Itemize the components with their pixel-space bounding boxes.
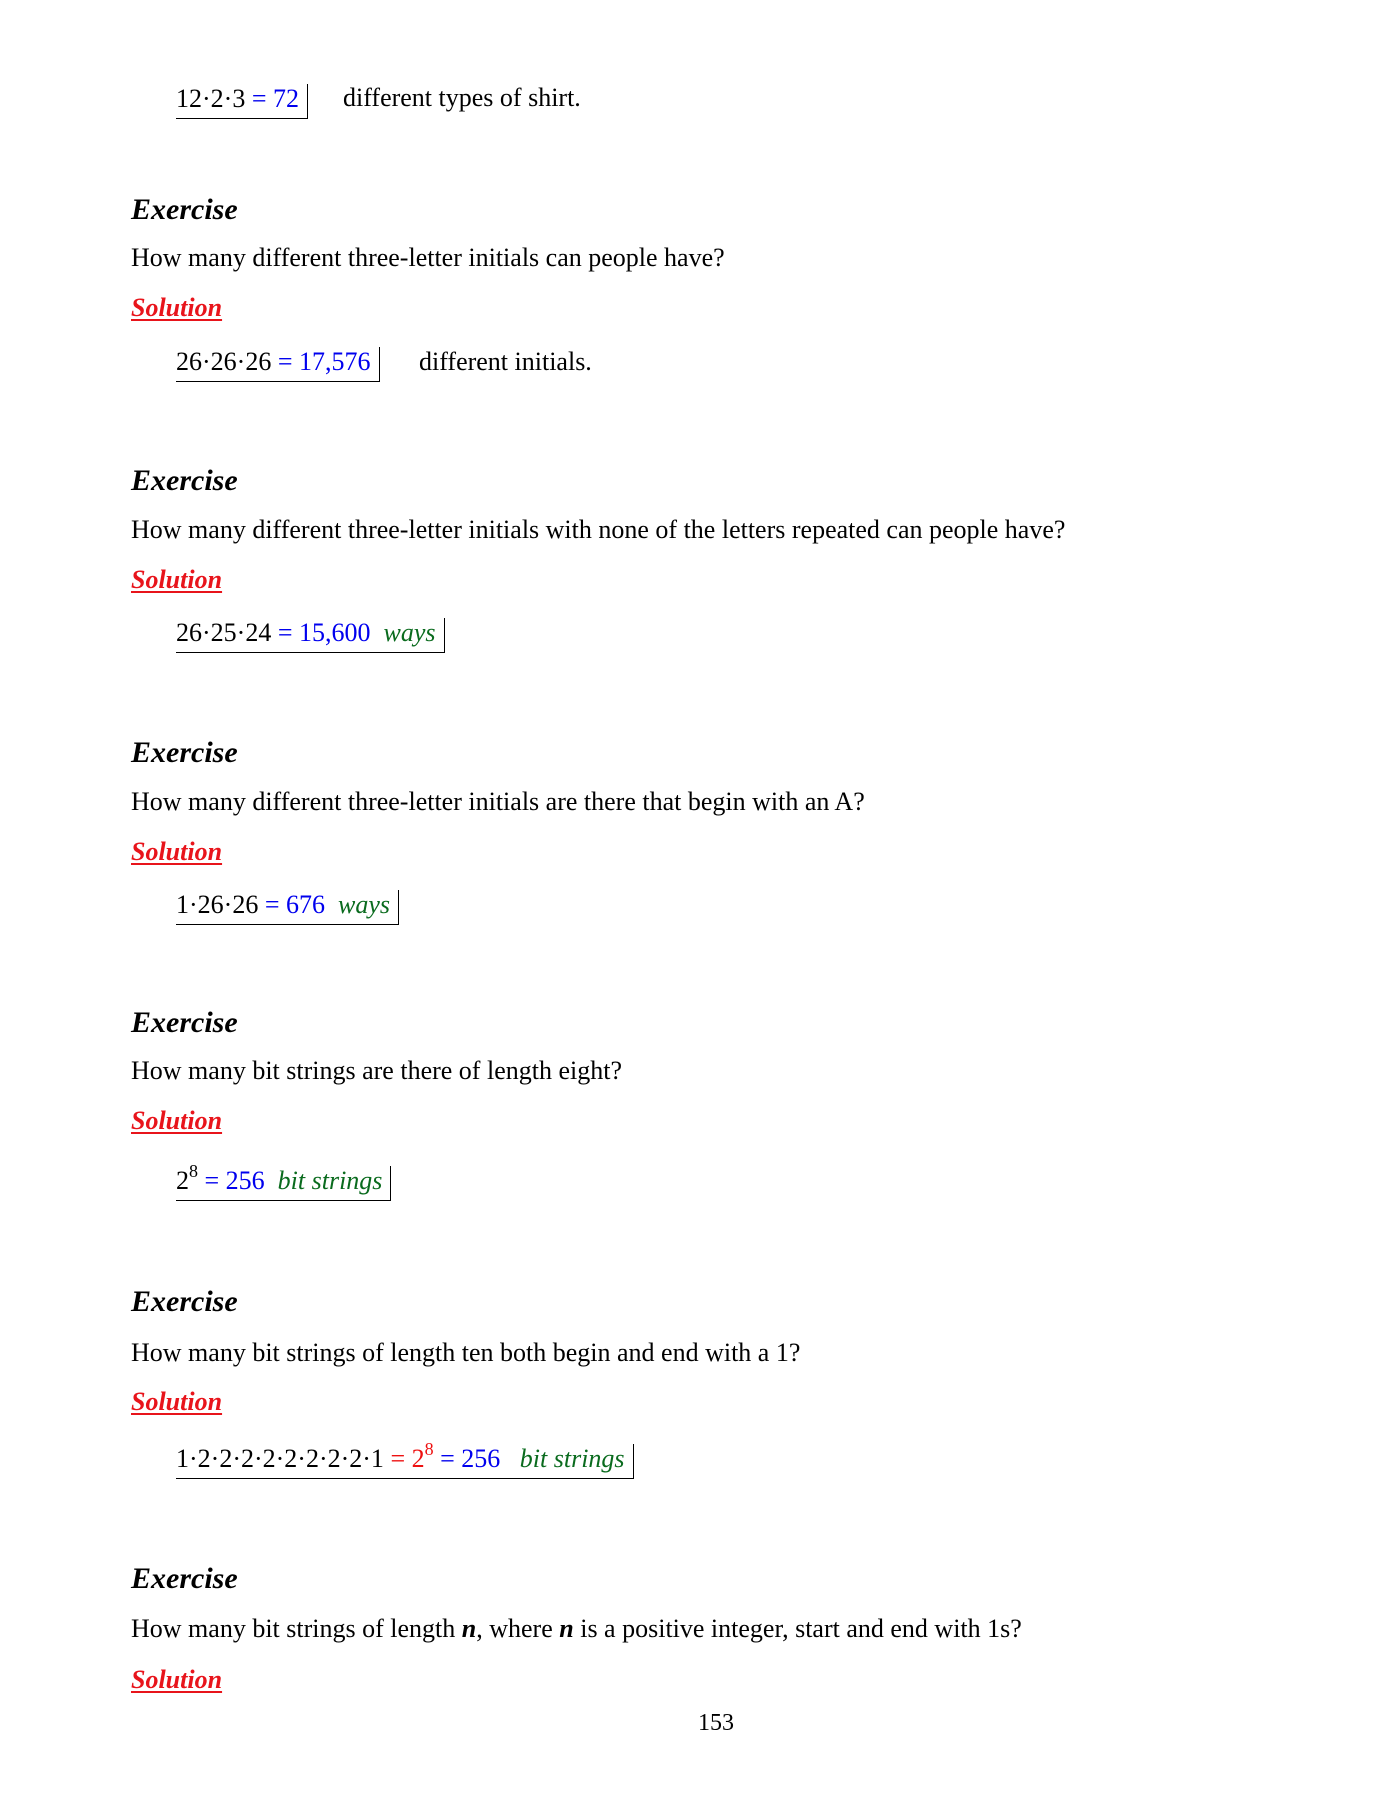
answer-unit: bit strings [519, 1444, 625, 1473]
answer-trailing-text: different types of shirt. [343, 83, 581, 112]
exercise-title: Exercise [131, 736, 238, 769]
answer-expression: 1·26·26 [176, 890, 259, 919]
answer-unit: ways [338, 890, 390, 919]
answer-box: 1·26·26 = 676 ways [176, 890, 399, 925]
question-text: How many bit strings of length [131, 1614, 462, 1643]
solution-link[interactable]: Solution [131, 837, 222, 867]
answer-expression: 12·2·3 [176, 84, 246, 113]
answer-result: = 15,600 [277, 618, 371, 647]
answer-trailing-text: different initials. [419, 347, 592, 376]
answer-box: 28 = 256 bit strings [176, 1162, 392, 1201]
answer-unit: ways [383, 618, 436, 647]
answer-expression: 26·25·24 [176, 618, 272, 647]
question-variable: n [559, 1614, 574, 1643]
answer-result: = 256 [440, 1444, 501, 1473]
answer-base: 2 [176, 1166, 189, 1195]
exercise-question: How many different three-letter initials… [131, 515, 1066, 544]
exercise-question: How many bit strings of length n, where … [131, 1614, 1022, 1644]
answer-box: 1·2·2·2·2·2·2·2·2·1 = 28 = 256 bit strin… [176, 1440, 634, 1479]
solution-link[interactable]: Solution [131, 1387, 222, 1417]
exercise-title: Exercise [131, 1285, 238, 1318]
exercise-question: How many bit strings are there of length… [131, 1056, 622, 1085]
answer-expression: 1·2·2·2·2·2·2·2·2·1 [176, 1444, 384, 1473]
exercise-title: Exercise [131, 1562, 238, 1595]
page-number: 153 [698, 1710, 734, 1736]
question-text: , where [476, 1614, 560, 1643]
exercise-question: How many bit strings of length ten both … [131, 1338, 801, 1367]
answer-result: = 72 [251, 84, 299, 113]
exercise-question: How many different three-letter initials… [131, 787, 865, 816]
exercise-question: How many different three-letter initials… [131, 243, 725, 272]
question-text: is a positive integer, start and end wit… [573, 1614, 1022, 1643]
answer-result: = 17,576 [277, 347, 371, 376]
exercise-title: Exercise [131, 1006, 238, 1039]
answer-intermediate: = 2 [390, 1444, 425, 1473]
solution-link[interactable]: Solution [131, 565, 222, 595]
answer-box: 26·26·26 = 17,576 [176, 347, 380, 382]
answer-unit: bit strings [277, 1166, 383, 1195]
exercise-title: Exercise [131, 464, 238, 497]
solution-link[interactable]: Solution [131, 293, 222, 323]
answer-expression: 26·26·26 [176, 347, 272, 376]
exercise-title: Exercise [131, 193, 238, 226]
solution-link[interactable]: Solution [131, 1106, 222, 1136]
solution-link[interactable]: Solution [131, 1665, 222, 1695]
answer-exponent: 8 [189, 1161, 198, 1181]
answer-result: = 256 [204, 1166, 265, 1195]
answer-box: 26·25·24 = 15,600 ways [176, 618, 445, 653]
answer-box-shirts: 12·2·3 = 72 [176, 84, 308, 119]
question-variable: n [461, 1614, 477, 1643]
answer-result: = 676 [264, 890, 325, 919]
answer-intermediate-exponent: 8 [424, 1439, 434, 1459]
